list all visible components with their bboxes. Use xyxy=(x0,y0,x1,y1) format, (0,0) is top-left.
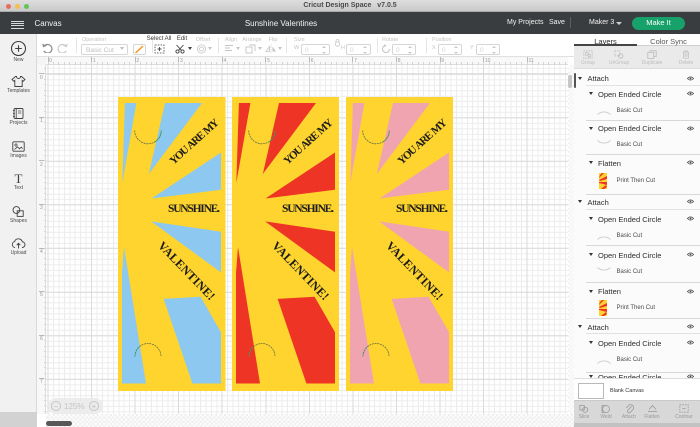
svg-text:SUNSHINE.: SUNSHINE. xyxy=(282,203,334,215)
svg-text:T: T xyxy=(15,172,23,185)
svg-text:SUNSHINE.: SUNSHINE. xyxy=(168,203,220,215)
svg-text:SUNSHINE.: SUNSHINE. xyxy=(396,203,448,215)
